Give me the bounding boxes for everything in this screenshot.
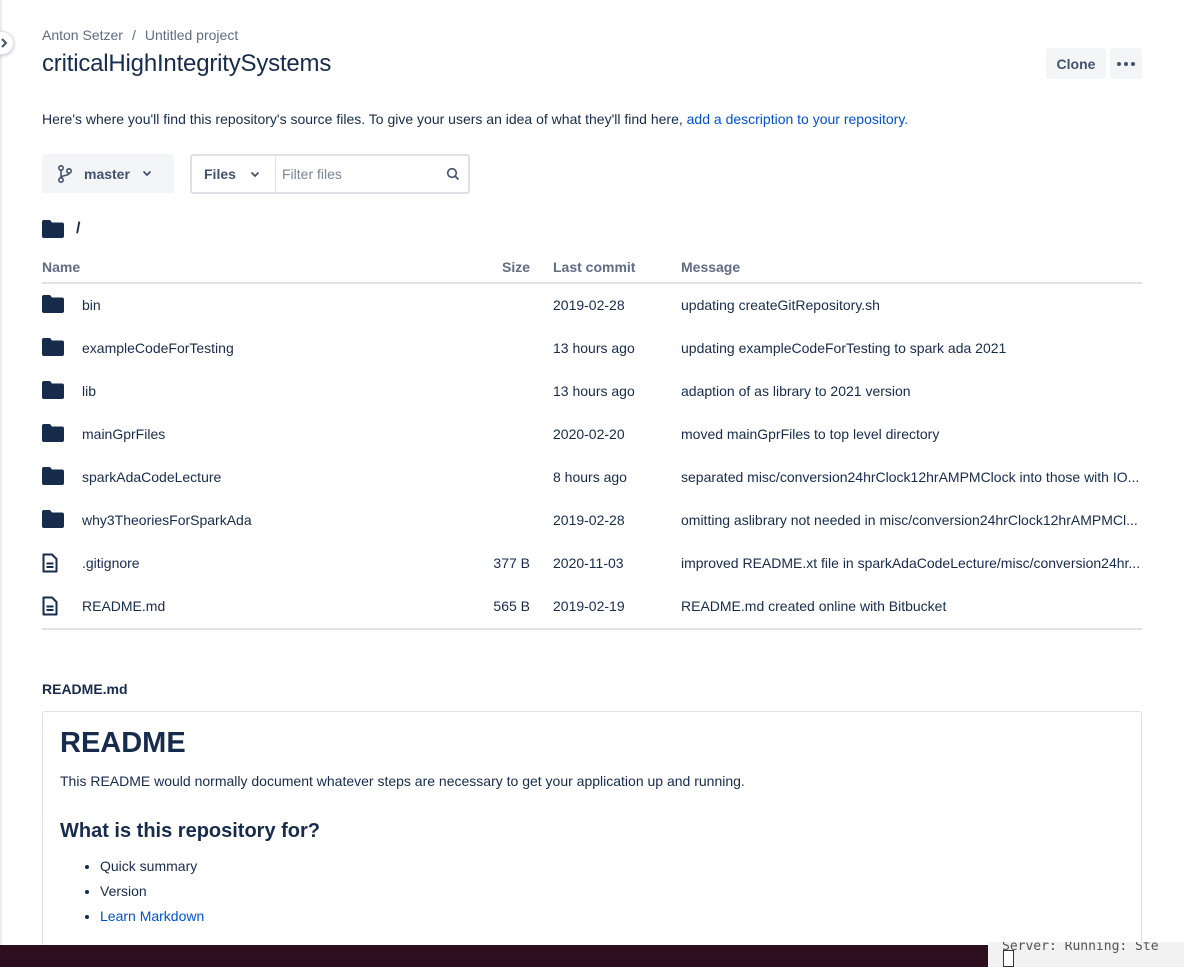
filter-files-input[interactable]	[276, 156, 436, 192]
readme-panel: README This README would normally docume…	[42, 711, 1142, 951]
description-text: Here's where you'll find this repository…	[42, 111, 683, 127]
table-row[interactable]: README.md 565 B 2019-02-19 README.md create…	[42, 585, 1142, 628]
folder-icon	[42, 295, 66, 315]
folder-icon	[42, 220, 64, 238]
file-name-link[interactable]: bin	[82, 297, 101, 313]
readme-heading: README	[60, 727, 186, 759]
file-table-header: Name Size Last commit Message	[42, 258, 1142, 284]
list-item: Quick summary	[100, 857, 1124, 882]
breadcrumb-separator: /	[131, 27, 136, 43]
folder-icon	[42, 467, 66, 487]
table-row[interactable]: exampleCodeForTesting 13 hours ago updatin…	[42, 327, 1142, 370]
more-horizontal-icon	[1117, 61, 1135, 66]
last-commit-date: 2020-02-20	[553, 426, 625, 442]
file-name-link[interactable]: .gitignore	[82, 555, 140, 571]
folder-icon	[42, 510, 66, 530]
last-commit-date: 8 hours ago	[553, 469, 627, 485]
table-row[interactable]: bin 2019-02-28 updating createGitRepositor…	[42, 284, 1142, 327]
breadcrumb: Anton Setzer / Untitled project	[42, 27, 238, 43]
chevron-down-icon	[142, 170, 152, 177]
file-name-link[interactable]: README.md	[82, 598, 165, 614]
readme-filename: README.md	[42, 681, 128, 697]
commit-message: omitting aslibrary not needed in misc/co…	[681, 512, 1138, 528]
learn-markdown-link[interactable]: Learn Markdown	[100, 908, 204, 924]
clone-button[interactable]: Clone	[1046, 48, 1106, 79]
table-row[interactable]: why3TheoriesForSparkAda 2019-02-28 omittin…	[42, 499, 1142, 542]
commit-message: updating createGitRepository.sh	[681, 297, 880, 313]
search-icon	[446, 167, 460, 181]
sidebar-rail	[0, 0, 2, 945]
table-row[interactable]: .gitignore 377 B 2020-11-03 improved README…	[42, 542, 1142, 585]
terminal-window-fragment: Server: Running: Ste	[988, 942, 1184, 967]
page-title: criticalHighIntegritySystems	[42, 50, 332, 77]
last-commit-date: 2019-02-28	[553, 297, 625, 313]
commit-message: separated misc/conversion24hrClock12hrAM…	[681, 469, 1140, 485]
branch-label: master	[84, 165, 130, 182]
last-commit-date: 2019-02-28	[553, 512, 625, 528]
breadcrumb-project-link[interactable]: Untitled project	[145, 27, 238, 43]
more-actions-button[interactable]	[1110, 48, 1142, 79]
chevron-right-icon	[1, 38, 8, 48]
file-name-link[interactable]: mainGprFiles	[82, 426, 165, 442]
column-header-last-commit: Last commit	[553, 259, 636, 275]
branch-icon	[58, 164, 73, 183]
list-item: Learn Markdown	[100, 907, 1124, 932]
commit-message: adaption of as library to 2021 version	[681, 383, 911, 399]
column-header-name: Name	[42, 259, 81, 275]
column-header-size: Size	[502, 259, 531, 275]
readme-list: Quick summary Version Learn Markdown	[60, 857, 1124, 932]
table-row[interactable]: sparkAdaCodeLecture 8 hours ago separated …	[42, 456, 1142, 499]
breadcrumb-owner-link[interactable]: Anton Setzer	[42, 27, 123, 43]
readme-subheading: What is this repository for?	[60, 820, 321, 842]
filter-mode-label: Files	[204, 166, 236, 182]
last-commit-date: 2019-02-19	[553, 598, 625, 614]
file-name-link[interactable]: lib	[82, 383, 96, 399]
file-table: bin 2019-02-28 updating createGitRepositor…	[42, 284, 1142, 630]
column-header-message: Message	[681, 259, 741, 275]
current-path: /	[42, 220, 80, 238]
table-row[interactable]: lib 13 hours ago adaption of as library to…	[42, 370, 1142, 413]
file-icon	[42, 596, 66, 616]
path-root[interactable]: /	[76, 220, 80, 238]
commit-message: README.md created online with Bitbucket	[681, 598, 947, 614]
last-commit-date: 13 hours ago	[553, 340, 635, 356]
list-item-text: Version	[100, 883, 147, 899]
commit-message: moved mainGprFiles to top level director…	[681, 426, 940, 442]
file-size: 377 B	[493, 555, 530, 571]
folder-icon	[42, 381, 66, 401]
file-name-link[interactable]: exampleCodeForTesting	[82, 340, 234, 356]
folder-icon	[42, 424, 66, 444]
expand-sidebar-button[interactable]	[0, 31, 14, 55]
commit-message: updating exampleCodeForTesting to spark …	[681, 340, 1007, 356]
filter-mode-select[interactable]: Files	[192, 156, 276, 192]
file-name-link[interactable]: why3TheoriesForSparkAda	[82, 512, 252, 528]
list-item: Version	[100, 882, 1124, 907]
chevron-down-icon	[250, 171, 260, 177]
list-item-text: Quick summary	[100, 858, 198, 874]
table-row[interactable]: mainGprFiles 2020-02-20 moved mainGprFiles…	[42, 413, 1142, 456]
last-commit-date: 13 hours ago	[553, 383, 635, 399]
add-description-link[interactable]: add a description to your repository.	[687, 111, 909, 127]
repository-description: Here's where you'll find this repository…	[42, 111, 908, 127]
file-filter: Files	[190, 154, 470, 194]
file-size: 565 B	[493, 598, 530, 614]
folder-icon	[42, 338, 66, 358]
file-icon	[42, 553, 66, 573]
readme-intro: This README would normally document what…	[60, 773, 745, 789]
branch-selector[interactable]: master	[42, 154, 174, 193]
file-name-link[interactable]: sparkAdaCodeLecture	[82, 469, 221, 485]
commit-message: improved README.xt file in sparkAdaCodeL…	[681, 555, 1141, 571]
last-commit-date: 2020-11-03	[553, 555, 624, 571]
terminal-cursor	[1003, 950, 1014, 967]
